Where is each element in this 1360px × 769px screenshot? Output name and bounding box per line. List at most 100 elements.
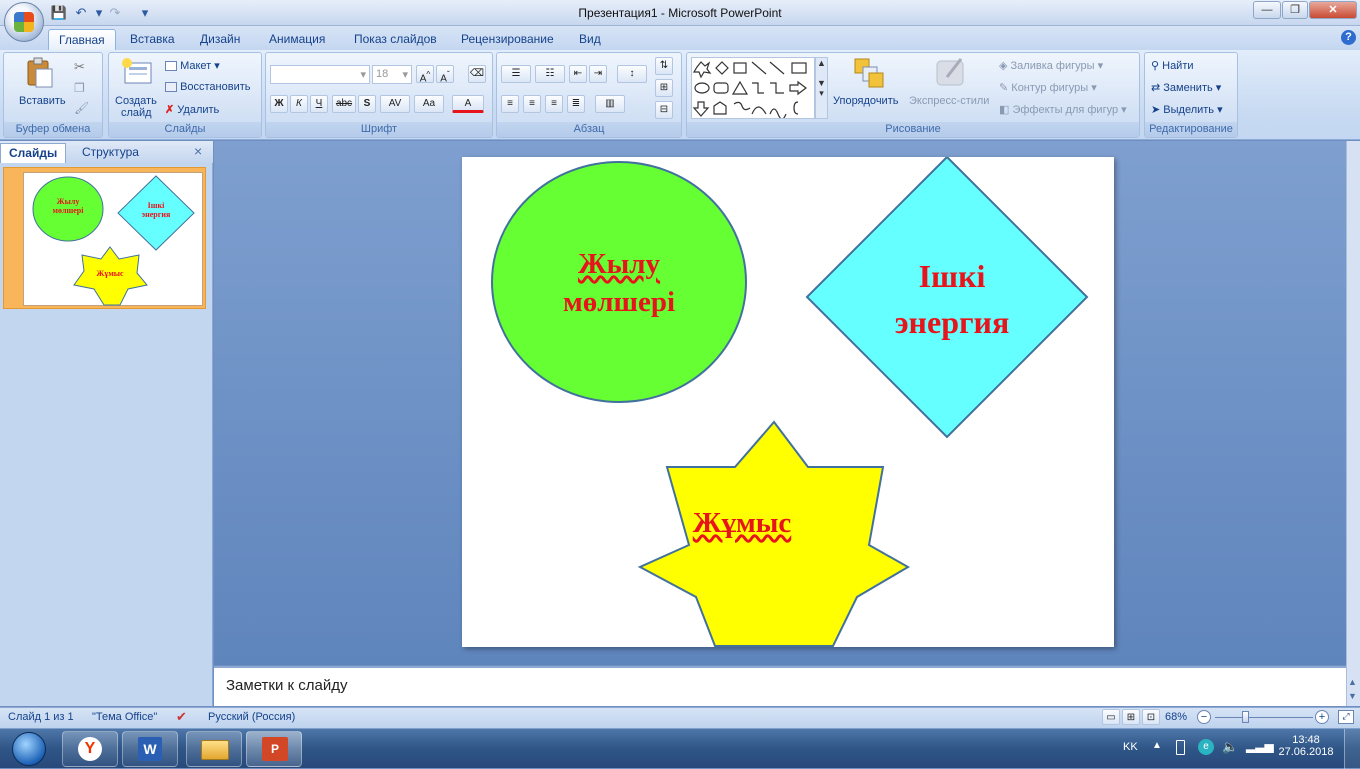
- clear-format-icon[interactable]: ⌫: [468, 65, 486, 83]
- paste-button[interactable]: Вставить: [14, 57, 66, 117]
- align-left-icon[interactable]: ≡: [501, 95, 519, 113]
- tab-outline[interactable]: Структура: [74, 143, 147, 163]
- thumbnail-shapes: [32, 175, 195, 306]
- smartart-icon[interactable]: ⊟: [655, 101, 673, 119]
- zoom-in-icon[interactable]: +: [1315, 710, 1329, 724]
- bullets-icon[interactable]: ☰: [501, 65, 531, 83]
- layout-button[interactable]: Макет ▾: [165, 59, 220, 72]
- clipboard-group: Вставить ✂ ❐ 🖌 Буфер обмена: [3, 52, 103, 138]
- clock[interactable]: 13:48 27.06.2018: [1278, 734, 1334, 758]
- columns-icon[interactable]: ▥: [595, 95, 625, 113]
- notes-pane[interactable]: Заметки к слайду: [214, 666, 1346, 706]
- align-right-icon[interactable]: ≡: [545, 95, 563, 113]
- decrease-indent-icon[interactable]: ⇤: [569, 65, 587, 83]
- font-name-combobox[interactable]: ▾: [270, 65, 370, 84]
- office-button[interactable]: [4, 2, 44, 42]
- cut-icon[interactable]: ✂: [74, 59, 85, 75]
- new-slide-button[interactable]: Создать слайд: [113, 57, 161, 119]
- quick-styles-button[interactable]: Экспресс-стили: [907, 57, 995, 119]
- tab-animation[interactable]: Анимация: [259, 29, 335, 50]
- battery-icon[interactable]: [1176, 740, 1185, 755]
- diamond-text[interactable]: Ішкі энергия: [847, 253, 1057, 345]
- font-color-button[interactable]: A: [452, 95, 484, 113]
- shadow-button[interactable]: S: [358, 95, 376, 113]
- scroll-up-icon[interactable]: ▲: [1348, 677, 1357, 687]
- taskbar-yandex[interactable]: Y: [62, 731, 118, 767]
- network-icon[interactable]: ▂▃▅: [1246, 739, 1274, 753]
- input-language[interactable]: KK: [1123, 741, 1138, 753]
- bold-button[interactable]: Ж: [270, 95, 288, 113]
- replace-button[interactable]: ⇄ Заменить ▾: [1151, 81, 1221, 94]
- char-spacing-button[interactable]: AV: [380, 95, 410, 113]
- start-button[interactable]: [4, 729, 52, 769]
- line-spacing-icon[interactable]: ↕: [617, 65, 647, 83]
- language-status[interactable]: Русский (Россия): [208, 711, 295, 723]
- tab-insert[interactable]: Вставка: [120, 29, 185, 50]
- spellcheck-icon[interactable]: ✔: [176, 709, 187, 725]
- maximize-button[interactable]: ❐: [1282, 1, 1308, 19]
- arrange-button[interactable]: Упорядочить: [833, 57, 903, 119]
- grow-font-icon[interactable]: A^: [416, 65, 434, 84]
- zoom-level[interactable]: 68%: [1165, 711, 1187, 723]
- tab-view[interactable]: Вид: [569, 29, 611, 50]
- justify-icon[interactable]: ≣: [567, 95, 585, 113]
- align-center-icon[interactable]: ≡: [523, 95, 541, 113]
- volume-icon[interactable]: 🔈: [1222, 739, 1238, 755]
- underline-button[interactable]: Ч: [310, 95, 328, 113]
- reset-button[interactable]: Восстановить: [165, 81, 251, 93]
- tray-app-icon[interactable]: e: [1198, 739, 1214, 755]
- tab-slideshow[interactable]: Показ слайдов: [344, 29, 447, 50]
- vertical-scrollbar[interactable]: ▲ ▼: [1346, 141, 1360, 706]
- fit-to-window-icon[interactable]: ⤢: [1338, 710, 1354, 724]
- close-button[interactable]: ✕: [1309, 1, 1357, 19]
- text-direction-icon[interactable]: ⇅: [655, 57, 673, 75]
- star-text[interactable]: Жұмыс: [667, 507, 817, 540]
- numbering-icon[interactable]: ☷: [535, 65, 565, 83]
- font-size-dropdown-icon[interactable]: ▾: [402, 68, 408, 81]
- copy-icon[interactable]: ❐: [74, 81, 85, 95]
- slide-sorter-icon[interactable]: ⊞: [1122, 709, 1140, 725]
- align-text-icon[interactable]: ⊞: [655, 79, 673, 97]
- taskbar-explorer[interactable]: [186, 731, 242, 767]
- zoom-out-icon[interactable]: −: [1197, 710, 1211, 724]
- delete-slide-button[interactable]: ✗ Удалить: [165, 103, 219, 116]
- zoom-slider-track[interactable]: [1215, 717, 1313, 718]
- slide[interactable]: Жылу мөлшері Ішкі энергия Жұмыс: [462, 157, 1114, 647]
- font-name-dropdown-icon[interactable]: ▾: [360, 68, 366, 81]
- shapes-gallery[interactable]: [691, 57, 815, 120]
- increase-indent-icon[interactable]: ⇥: [589, 65, 607, 83]
- slide-thumbnail-frame[interactable]: Жылу мөлшері Ішкі энергия Жұмыс: [3, 167, 206, 309]
- circle-text[interactable]: Жылу мөлшері: [514, 245, 724, 321]
- shape-outline-button[interactable]: ✎ Контур фигуры ▾: [999, 81, 1097, 94]
- shapes-gallery-scroll[interactable]: ▲ ▼ ▾: [815, 57, 828, 119]
- thumb-circle-line-1: Жылу: [56, 197, 80, 206]
- taskbar-powerpoint[interactable]: P: [246, 731, 302, 767]
- shape-effects-button[interactable]: ◧ Эффекты для фигур ▾: [999, 103, 1127, 116]
- find-button[interactable]: ⚲ Найти: [1151, 59, 1194, 72]
- help-icon[interactable]: ?: [1341, 30, 1356, 45]
- shape-fill-button[interactable]: ◈ Заливка фигуры ▾: [999, 59, 1103, 72]
- italic-button[interactable]: К: [290, 95, 308, 113]
- tab-design[interactable]: Дизайн: [190, 29, 250, 50]
- font-size-combobox[interactable]: 18 ▾: [372, 65, 412, 84]
- minimize-button[interactable]: —: [1253, 1, 1281, 19]
- notes-placeholder[interactable]: Заметки к слайду: [226, 677, 348, 694]
- zoom-slider-thumb[interactable]: [1242, 711, 1249, 723]
- scroll-down-icon[interactable]: ▼: [1348, 691, 1357, 701]
- normal-view-icon[interactable]: ▭: [1102, 709, 1120, 725]
- select-button[interactable]: ➤ Выделить ▾: [1151, 103, 1223, 116]
- close-panel-icon[interactable]: ×: [194, 143, 202, 159]
- show-desktop-button[interactable]: [1344, 729, 1360, 769]
- strikethrough-button[interactable]: abc: [332, 95, 356, 113]
- theme-status[interactable]: "Тема Office": [92, 711, 157, 723]
- slideshow-view-icon[interactable]: ⊡: [1142, 709, 1160, 725]
- format-painter-icon[interactable]: 🖌: [74, 101, 89, 115]
- tab-home[interactable]: Главная: [48, 29, 116, 50]
- taskbar-word[interactable]: W: [122, 731, 178, 767]
- shrink-font-icon[interactable]: Aˇ: [436, 65, 454, 84]
- tab-review[interactable]: Рецензирование: [451, 29, 564, 50]
- slide-thumbnail[interactable]: Жылу мөлшері Ішкі энергия Жұмыс: [23, 172, 203, 306]
- change-case-button[interactable]: Aa: [414, 95, 444, 113]
- tab-slides[interactable]: Слайды: [0, 143, 67, 163]
- tray-expand-icon[interactable]: ▲: [1152, 740, 1162, 751]
